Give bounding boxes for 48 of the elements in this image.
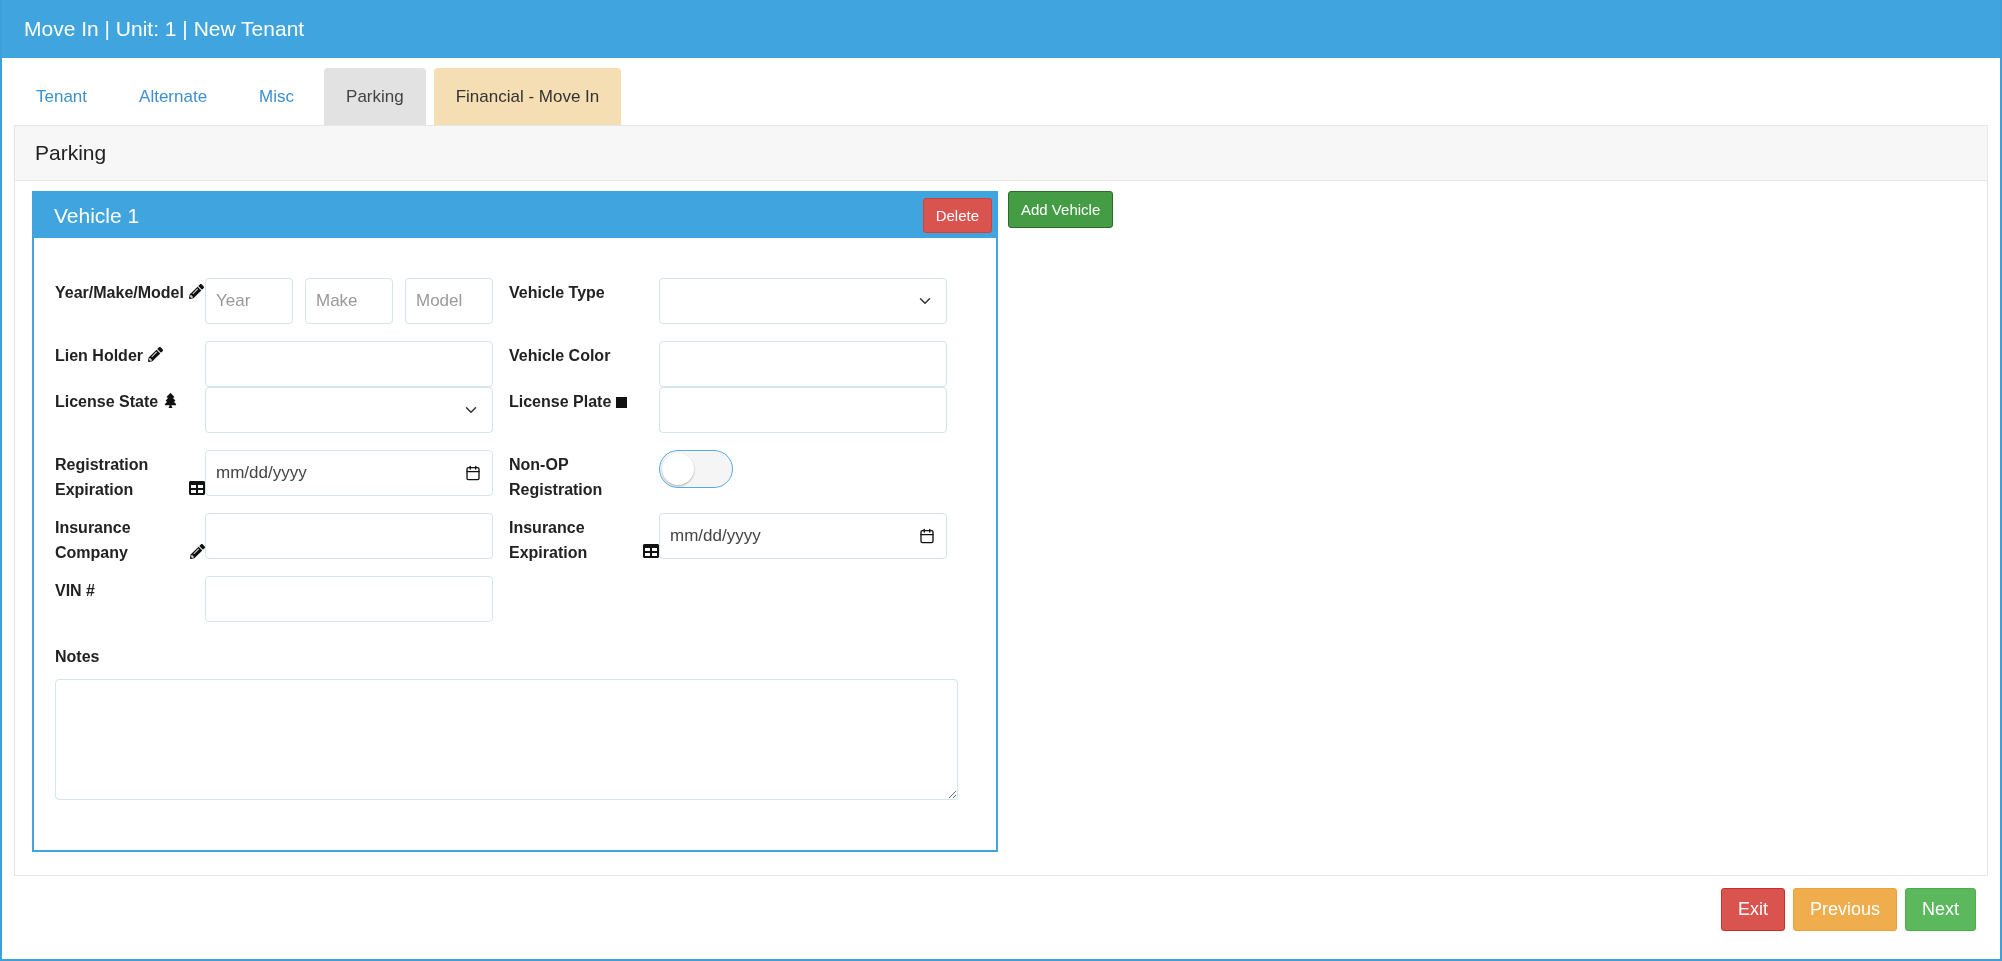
tab[interactable]: Tenant bbox=[14, 68, 110, 125]
field-label: Insurance Company bbox=[55, 518, 132, 563]
card-title: Vehicle 1 bbox=[54, 203, 140, 228]
window-title: Move In | Unit: 1 | New Tenant bbox=[24, 17, 305, 41]
input-field[interactable] bbox=[205, 513, 493, 559]
input-field[interactable]: Year bbox=[205, 278, 293, 324]
input-field[interactable] bbox=[659, 341, 947, 387]
calendar-icon bbox=[919, 528, 935, 544]
input-field[interactable] bbox=[205, 341, 493, 387]
notes-field[interactable] bbox=[55, 679, 958, 800]
field-label: Year/Make/Model bbox=[55, 283, 184, 303]
table-icon bbox=[643, 543, 659, 559]
input-field[interactable]: Make bbox=[305, 278, 393, 324]
date-field[interactable]: mm/dd/yyyy bbox=[205, 450, 493, 496]
date-field[interactable]: mm/dd/yyyy bbox=[659, 513, 947, 559]
select-field[interactable] bbox=[659, 278, 947, 324]
footer-button[interactable]: Exit bbox=[1720, 888, 1785, 931]
pencil-icon bbox=[190, 544, 205, 559]
tab[interactable]: Alternate bbox=[117, 68, 230, 125]
field-label: Non-OP Registration bbox=[509, 455, 604, 500]
delete-button[interactable]: Delete bbox=[922, 198, 992, 233]
field-label: VIN # bbox=[55, 581, 95, 601]
field-label: Insurance Expiration bbox=[509, 518, 589, 563]
toggle-switch[interactable] bbox=[659, 450, 733, 488]
field-label: Lien Holder bbox=[55, 346, 143, 366]
input-field[interactable] bbox=[205, 576, 493, 622]
pencil-icon bbox=[148, 347, 163, 362]
pencil-icon bbox=[188, 284, 204, 299]
table-icon bbox=[189, 480, 205, 496]
field-label: Vehicle Type bbox=[509, 283, 605, 303]
section-title: Parking bbox=[35, 141, 107, 165]
field-label: Registration Expiration bbox=[55, 455, 150, 500]
input-field[interactable]: Model bbox=[405, 278, 493, 324]
tab[interactable]: Parking bbox=[324, 68, 426, 125]
footer-button[interactable]: Next bbox=[1905, 888, 1976, 931]
field-label: Notes bbox=[55, 647, 101, 667]
field-label: Vehicle Color bbox=[509, 346, 611, 366]
square-icon bbox=[616, 397, 628, 408]
add-vehicle-button[interactable]: Add Vehicle bbox=[1008, 191, 1114, 228]
footer-button[interactable]: Previous bbox=[1792, 888, 1897, 931]
calendar-icon bbox=[465, 465, 481, 481]
field-label: License State bbox=[55, 392, 159, 412]
field-label: License Plate bbox=[509, 392, 612, 412]
tab[interactable]: Misc bbox=[237, 68, 317, 125]
select-field[interactable] bbox=[205, 387, 493, 433]
tree-icon bbox=[163, 393, 179, 408]
input-field[interactable] bbox=[659, 387, 947, 433]
tab[interactable]: Financial - Move In bbox=[433, 68, 622, 125]
